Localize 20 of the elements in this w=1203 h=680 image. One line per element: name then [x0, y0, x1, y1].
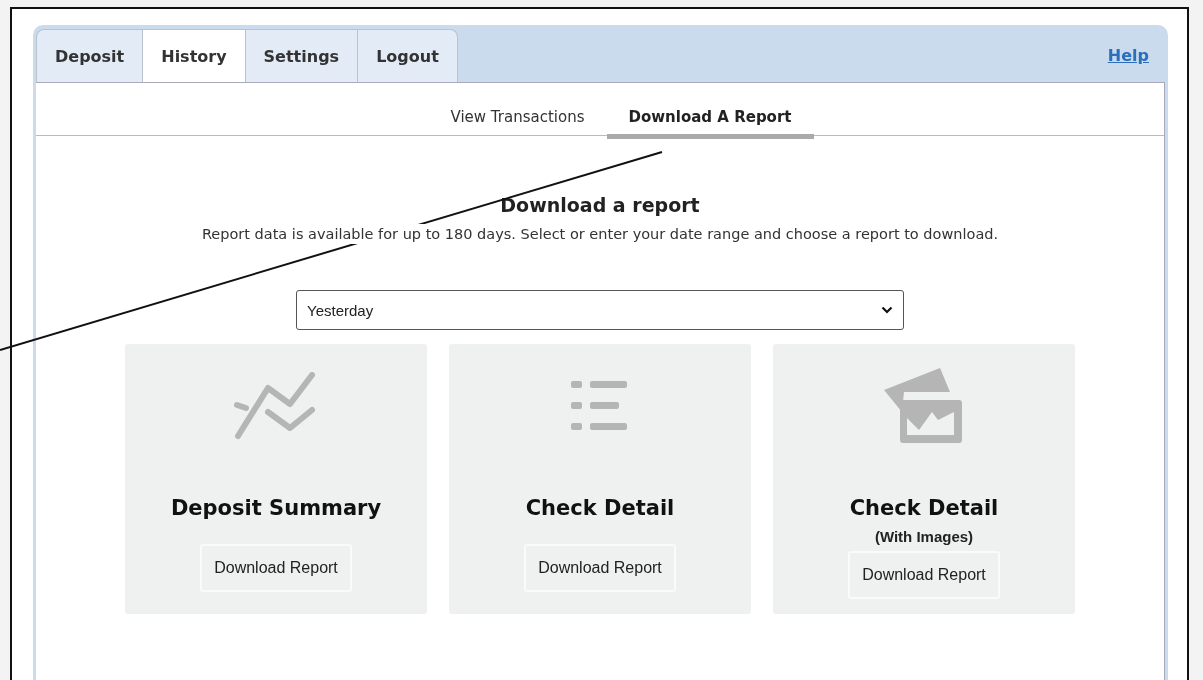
line-chart-icon	[234, 372, 318, 440]
download-report-button[interactable]: Download Report	[848, 551, 1000, 599]
help-link[interactable]: Help	[1107, 46, 1149, 65]
nav-tab[interactable]: Deposit	[36, 29, 144, 82]
sub-tab[interactable]: View Transactions	[428, 108, 607, 139]
report-title: Deposit Summary	[170, 496, 382, 520]
download-report-button[interactable]: Download Report	[524, 544, 676, 592]
nav-tab[interactable]: History	[142, 29, 246, 82]
nav-tab[interactable]: Logout	[357, 29, 458, 82]
nav-tab[interactable]: Settings	[244, 29, 359, 82]
chevron-icon	[881, 306, 893, 314]
download-report-button[interactable]: Download Report	[200, 544, 352, 592]
report-title: Check Detail	[525, 496, 675, 520]
images-icon	[884, 368, 964, 444]
date-range-dropdown[interactable]: Yesterday	[296, 290, 904, 330]
page-heading: Download a report	[500, 194, 700, 216]
list-icon	[571, 381, 629, 431]
report-subtitle: (With Images)	[874, 528, 974, 545]
report-title: Check Detail	[849, 496, 999, 520]
sub-tab[interactable]: Download A Report	[606, 108, 814, 139]
